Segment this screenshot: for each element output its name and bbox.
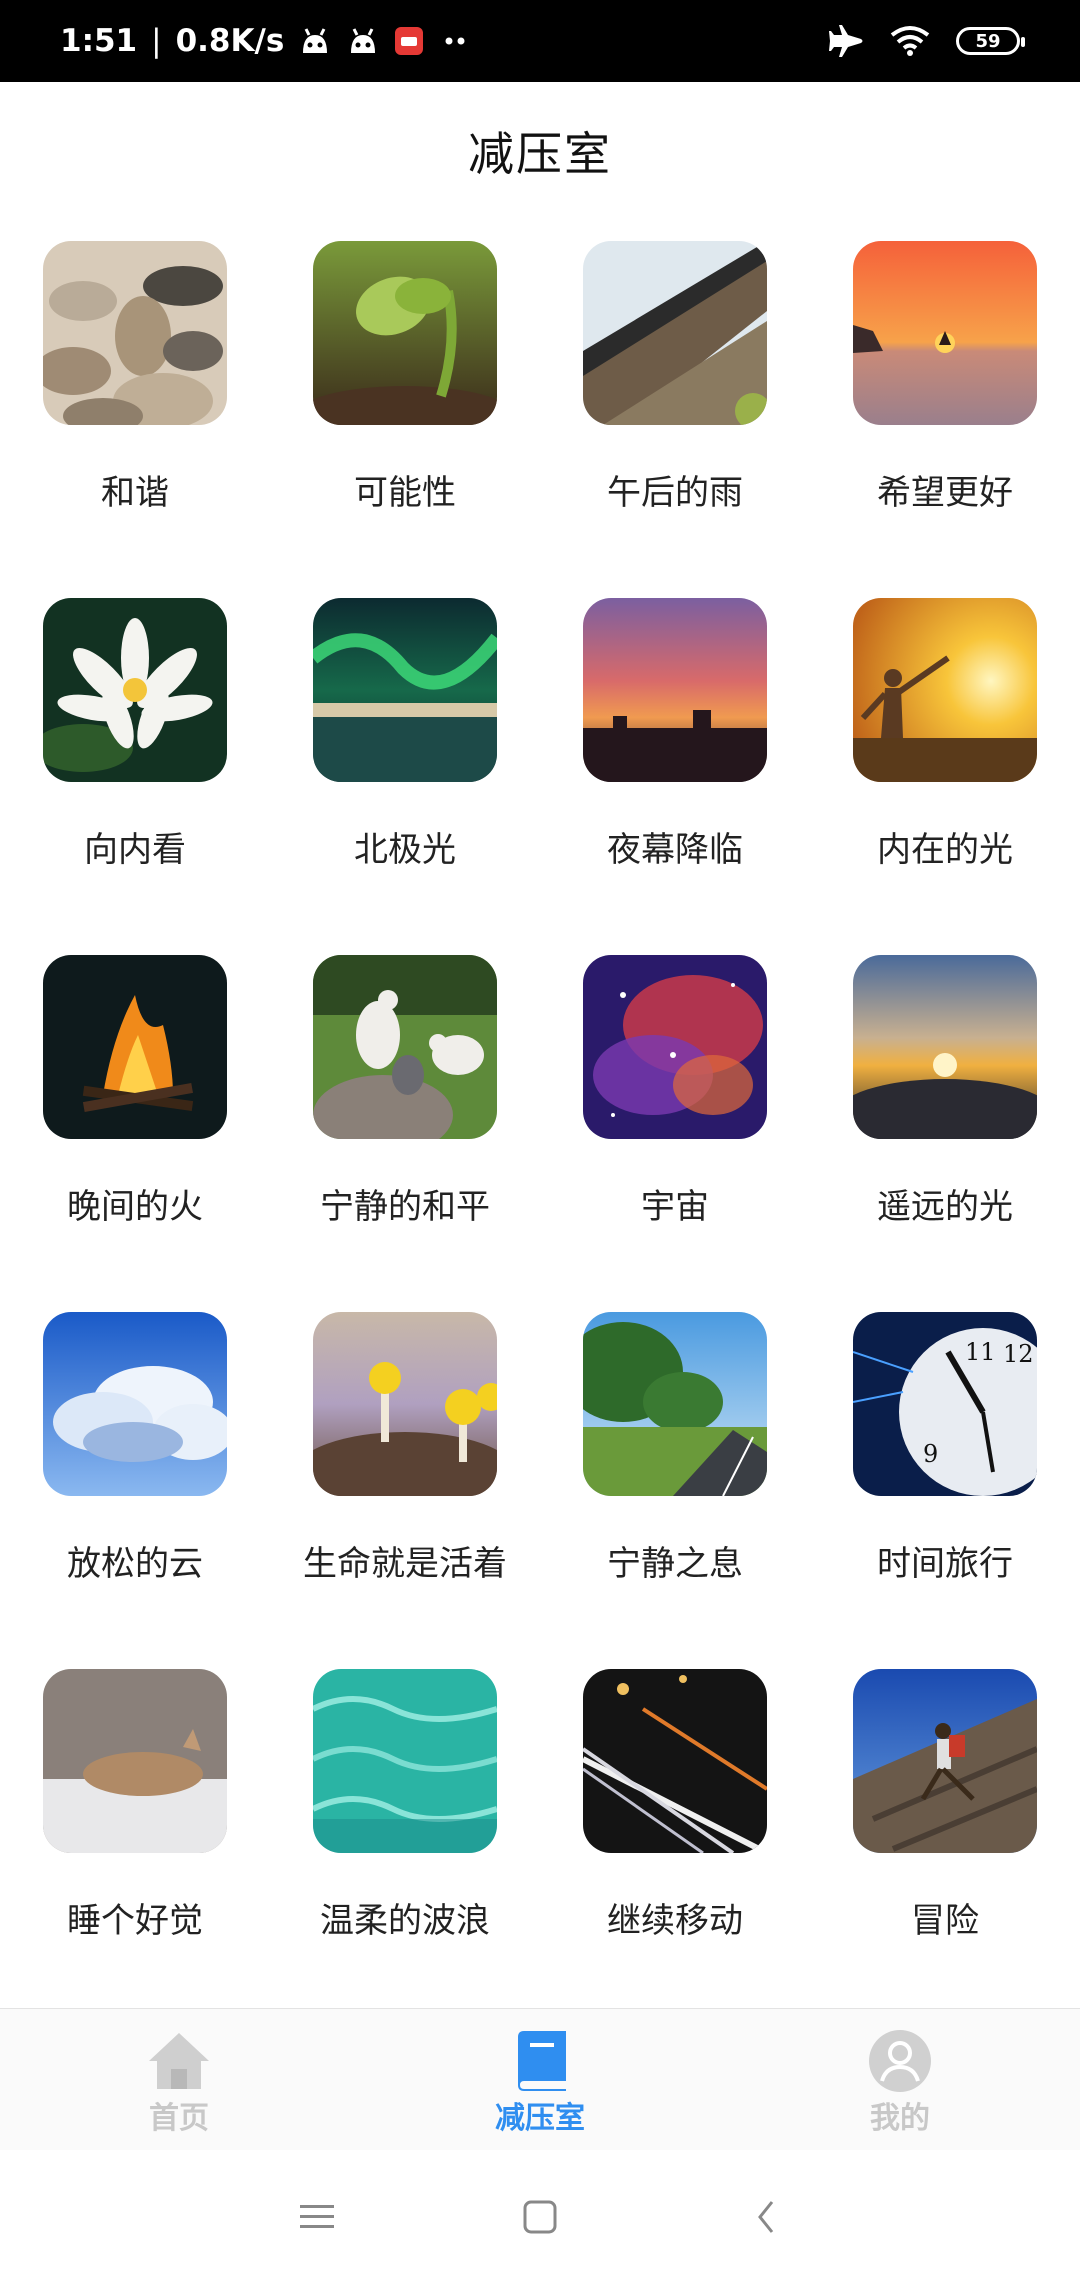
roof-image <box>583 241 767 425</box>
item-label: 继续移动 <box>607 1901 743 1941</box>
stones-image <box>43 241 227 425</box>
relax-item-relaxing-clouds[interactable]: 放松的云 <box>0 1312 270 1669</box>
item-label: 宁静之息 <box>607 1544 743 1584</box>
svg-text:9: 9 <box>923 1440 938 1468</box>
relax-item-possibility[interactable]: 可能性 <box>270 241 540 598</box>
item-label: 向内看 <box>84 830 186 870</box>
relax-item-aurora[interactable]: 北极光 <box>270 598 540 955</box>
relax-item-afternoon-rain[interactable]: 午后的雨 <box>540 241 810 598</box>
item-label: 宇宙 <box>641 1187 709 1227</box>
app-notification-icon <box>394 26 424 56</box>
profile-icon <box>869 2030 931 2092</box>
battery-icon: 59 <box>956 27 1025 55</box>
system-nav-bar <box>0 2152 1080 2280</box>
nav-mine[interactable]: 我的 <box>820 2029 980 2137</box>
item-label: 遥远的光 <box>877 1187 1013 1227</box>
nav-mine-label: 我的 <box>870 2101 930 2136</box>
aurora-image <box>313 598 497 782</box>
relax-item-distant-light[interactable]: 遥远的光 <box>810 955 1080 1312</box>
nav-home-label: 首页 <box>149 2101 209 2136</box>
status-time: 1:51 <box>60 23 138 59</box>
climber-image <box>853 1669 1037 1853</box>
relax-item-harmony[interactable]: 和谐 <box>0 241 270 598</box>
nav-relax-label: 减压室 <box>495 2101 585 2136</box>
nav-home[interactable]: 首页 <box>99 2029 259 2137</box>
sunrise-clouds-image <box>853 955 1037 1139</box>
sprout-image <box>313 241 497 425</box>
relax-item-good-sleep[interactable]: 睡个好觉 <box>0 1669 270 2026</box>
airplane-icon <box>828 23 864 59</box>
item-label: 宁静的和平 <box>320 1187 490 1227</box>
status-divider: | <box>151 23 162 59</box>
nebula-image <box>583 955 767 1139</box>
relax-item-life[interactable]: 生命就是活着 <box>270 1312 540 1669</box>
relax-item-universe[interactable]: 宇宙 <box>540 955 810 1312</box>
item-label: 北极光 <box>354 830 456 870</box>
doves-image <box>313 955 497 1139</box>
book-icon <box>518 2031 566 2091</box>
page-title: 减压室 <box>468 127 612 181</box>
item-label: 内在的光 <box>877 830 1013 870</box>
relax-item-keep-moving[interactable]: 继续移动 <box>540 1669 810 2026</box>
water-image <box>313 1669 497 1853</box>
relax-item-inner-light[interactable]: 内在的光 <box>810 598 1080 955</box>
dusk-city-image <box>583 598 767 782</box>
status-net-speed: 0.8K/s <box>175 23 285 59</box>
relax-item-time-travel[interactable]: 11 12 9 时间旅行 <box>810 1312 1080 1669</box>
sunset-sea-image <box>853 241 1037 425</box>
item-label: 时间旅行 <box>877 1544 1013 1584</box>
bottom-nav: 首页 减压室 我的 <box>0 2008 1080 2150</box>
item-label: 和谐 <box>101 473 169 513</box>
relax-item-look-inward[interactable]: 向内看 <box>0 598 270 955</box>
relax-item-nightfall[interactable]: 夜幕降临 <box>540 598 810 955</box>
item-label: 冒险 <box>911 1901 979 1941</box>
item-label: 生命就是活着 <box>303 1544 507 1584</box>
item-label: 温柔的波浪 <box>320 1901 490 1941</box>
svg-text:12: 12 <box>1003 1340 1034 1368</box>
relax-item-gentle-waves[interactable]: 温柔的波浪 <box>270 1669 540 2026</box>
campfire-image <box>43 955 227 1139</box>
menu-icon[interactable] <box>287 2192 347 2242</box>
back-icon[interactable] <box>736 2192 796 2242</box>
home-icon <box>149 2033 209 2089</box>
light-trails-image <box>583 1669 767 1853</box>
home-icon[interactable] <box>510 2192 570 2242</box>
relax-item-quiet-breath[interactable]: 宁静之息 <box>540 1312 810 1669</box>
item-label: 睡个好觉 <box>67 1901 203 1941</box>
item-label: 晚间的火 <box>67 1187 203 1227</box>
relax-item-peace[interactable]: 宁静的和平 <box>270 955 540 1312</box>
road-trees-image <box>583 1312 767 1496</box>
battery-level: 59 <box>975 30 1001 52</box>
wifi-icon <box>890 25 930 57</box>
clouds-image <box>43 1312 227 1496</box>
nav-relax[interactable]: 减压室 <box>460 2029 620 2137</box>
android-icon <box>346 27 380 55</box>
svg-text:11: 11 <box>965 1338 996 1366</box>
relax-item-adventure[interactable]: 冒险 <box>810 1669 1080 2026</box>
item-label: 希望更好 <box>877 473 1013 513</box>
sunrise-person-image <box>853 598 1037 782</box>
status-right: 59 <box>828 23 1025 59</box>
relax-item-hope[interactable]: 希望更好 <box>810 241 1080 598</box>
mushrooms-image <box>313 1312 497 1496</box>
item-label: 可能性 <box>354 473 456 513</box>
item-label: 放松的云 <box>67 1544 203 1584</box>
relax-item-evening-fire[interactable]: 晚间的火 <box>0 955 270 1312</box>
android-icon <box>298 27 332 55</box>
item-label: 夜幕降临 <box>607 830 743 870</box>
item-label: 午后的雨 <box>607 473 743 513</box>
sleeping-cat-image <box>43 1669 227 1853</box>
status-left: 1:51 | 0.8K/s <box>60 23 472 59</box>
more-dots-icon <box>438 36 472 46</box>
water-lily-image <box>43 598 227 782</box>
status-bar: 1:51 | 0.8K/s 59 <box>0 0 1080 82</box>
clock-image: 11 12 9 <box>853 1312 1037 1496</box>
